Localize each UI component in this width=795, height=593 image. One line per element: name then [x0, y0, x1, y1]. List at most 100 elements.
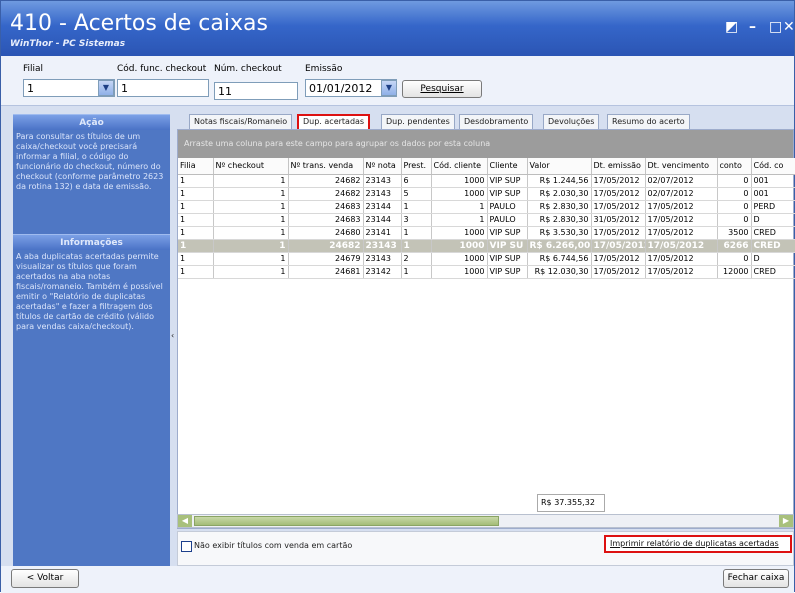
table-cell[interactable]: 17/05/2012	[591, 174, 646, 188]
maximize-icon[interactable]: □	[769, 19, 782, 35]
table-cell[interactable]: 17/05/2012	[645, 226, 718, 240]
table-cell[interactable]: 1000	[431, 239, 488, 253]
table-cell[interactable]: 17/05/2012	[591, 265, 646, 279]
table-cell[interactable]: 23143	[363, 174, 402, 188]
table-cell[interactable]: 1000	[431, 174, 488, 188]
table-cell[interactable]: 02/07/2012	[645, 187, 718, 201]
table-cell[interactable]: R$ 2.030,30	[527, 187, 592, 201]
table-cell[interactable]: 0	[717, 174, 752, 188]
table-cell[interactable]: 1	[213, 187, 289, 201]
table-cell[interactable]: VIP SU	[487, 239, 528, 253]
table-cell[interactable]: 5	[401, 187, 432, 201]
close-icon[interactable]: ✕	[783, 19, 795, 35]
table-cell[interactable]: 17/05/2012	[591, 226, 646, 240]
table-cell[interactable]: VIP SUP	[487, 174, 528, 188]
table-cell[interactable]: R$ 12.030,30	[527, 265, 592, 279]
table-cell[interactable]: 1	[178, 187, 214, 201]
table-cell[interactable]: 17/05/2012	[591, 187, 646, 201]
filial-dropdown-icon[interactable]: ▼	[98, 80, 114, 96]
col-cod-cliente[interactable]: Cód. cliente	[431, 158, 488, 175]
table-cell[interactable]: 23143	[363, 187, 402, 201]
table-cell[interactable]: 0	[717, 200, 752, 214]
table-cell[interactable]: R$ 2.830,30	[527, 200, 592, 214]
table-cell[interactable]: 1	[213, 226, 289, 240]
scroll-right-icon[interactable]: ▶	[779, 515, 793, 527]
table-cell[interactable]: 23143	[363, 239, 402, 253]
table-cell[interactable]: 2	[401, 252, 432, 266]
tab-desdobramento[interactable]: Desdobramento	[459, 114, 534, 130]
table-cell[interactable]: 17/05/2012	[645, 213, 718, 227]
table-row[interactable]: 1 1 24683 23144 1 1 PAULO R$ 2.830,30 17/05/2012…	[178, 200, 795, 214]
table-row[interactable]: 1 1 24682 23143 1 1000 VIP SU R$ 6.266,00 17/05/…	[178, 239, 795, 253]
table-cell[interactable]: 23144	[363, 200, 402, 214]
col-desconto[interactable]: conto	[717, 158, 752, 175]
print-report-button[interactable]: Imprimir relatório de duplicatas acertad…	[604, 535, 792, 553]
table-cell[interactable]: VIP SUP	[487, 265, 528, 279]
table-cell[interactable]: R$ 1.244,56	[527, 174, 592, 188]
table-cell[interactable]: 1	[178, 265, 214, 279]
table-cell[interactable]: 23144	[363, 213, 402, 227]
table-cell[interactable]: 24679	[288, 252, 364, 266]
table-row[interactable]: 1 1 24683 23144 3 1 PAULO R$ 2.830,30 31/05/2012…	[178, 213, 795, 227]
table-row[interactable]: 1 1 24679 23143 2 1000 VIP SUP R$ 6.744,56 17/05…	[178, 252, 795, 266]
table-cell[interactable]: 1	[401, 265, 432, 279]
scroll-left-icon[interactable]: ◀	[178, 515, 192, 527]
table-cell[interactable]: 6	[401, 174, 432, 188]
table-cell[interactable]: 17/05/2012	[645, 200, 718, 214]
table-cell[interactable]: 1	[401, 226, 432, 240]
table-cell[interactable]: CRED	[751, 226, 795, 240]
table-cell[interactable]: 1	[178, 252, 214, 266]
table-cell[interactable]: 1	[213, 265, 289, 279]
table-cell[interactable]: 1	[431, 200, 488, 214]
table-row[interactable]: 1 1 24680 23141 1 1000 VIP SUP R$ 3.530,30 17/05…	[178, 226, 795, 240]
table-cell[interactable]: 17/05/2012	[645, 239, 718, 253]
table-cell[interactable]: 1000	[431, 187, 488, 201]
close-caixa-button[interactable]: Fechar caixa	[723, 569, 789, 588]
table-cell[interactable]: VIP SUP	[487, 252, 528, 266]
table-cell[interactable]: 24681	[288, 265, 364, 279]
col-dt-emissao[interactable]: Dt. emissão	[591, 158, 646, 175]
table-cell[interactable]: 24682	[288, 174, 364, 188]
group-hint[interactable]: Arraste uma coluna para este campo para …	[178, 130, 793, 158]
table-cell[interactable]: 23142	[363, 265, 402, 279]
table-cell[interactable]: R$ 3.530,30	[527, 226, 592, 240]
table-cell[interactable]: 1	[213, 213, 289, 227]
table-cell[interactable]: 6266	[717, 239, 752, 253]
table-cell[interactable]: 1	[213, 200, 289, 214]
table-cell[interactable]: 001	[751, 187, 795, 201]
table-cell[interactable]: 1000	[431, 226, 488, 240]
table-cell[interactable]: 1	[178, 213, 214, 227]
table-cell[interactable]: 1	[401, 239, 432, 253]
table-cell[interactable]: 17/05/2012	[591, 252, 646, 266]
panel-splitter[interactable]	[170, 114, 177, 566]
table-cell[interactable]: 0	[717, 213, 752, 227]
table-cell[interactable]: 1000	[431, 265, 488, 279]
table-cell[interactable]: 02/07/2012	[645, 174, 718, 188]
col-num-nota[interactable]: Nº nota	[363, 158, 402, 175]
table-cell[interactable]: 1	[213, 239, 289, 253]
table-cell[interactable]: 1	[401, 200, 432, 214]
table-cell[interactable]: 001	[751, 174, 795, 188]
table-cell[interactable]: 24682	[288, 187, 364, 201]
table-cell[interactable]: 24683	[288, 200, 364, 214]
tab-dup-pendentes[interactable]: Dup. pendentes	[381, 114, 455, 130]
table-row[interactable]: 1 1 24681 23142 1 1000 VIP SUP R$ 12.030,30 17/0…	[178, 265, 795, 279]
table-cell[interactable]: R$ 2.830,30	[527, 213, 592, 227]
table-cell[interactable]: 1	[213, 174, 289, 188]
table-cell[interactable]: R$ 6.744,56	[527, 252, 592, 266]
table-cell[interactable]: 24683	[288, 213, 364, 227]
col-cod-cobranca[interactable]: Cód. co	[751, 158, 795, 175]
table-cell[interactable]: CRED	[751, 239, 795, 253]
table-cell[interactable]: VIP SUP	[487, 187, 528, 201]
table-cell[interactable]: 1	[178, 226, 214, 240]
col-prest[interactable]: Prest.	[401, 158, 432, 175]
table-cell[interactable]: 17/05/2012	[591, 239, 646, 253]
table-cell[interactable]: 1	[178, 239, 214, 253]
restore-icon[interactable]: ◩	[725, 19, 738, 35]
table-cell[interactable]: 24680	[288, 226, 364, 240]
table-cell[interactable]: PAULO	[487, 200, 528, 214]
table-cell[interactable]: 12000	[717, 265, 752, 279]
table-cell[interactable]: 17/05/2012	[645, 265, 718, 279]
table-cell[interactable]: 1	[213, 252, 289, 266]
col-dt-vencimento[interactable]: Dt. vencimento	[645, 158, 718, 175]
